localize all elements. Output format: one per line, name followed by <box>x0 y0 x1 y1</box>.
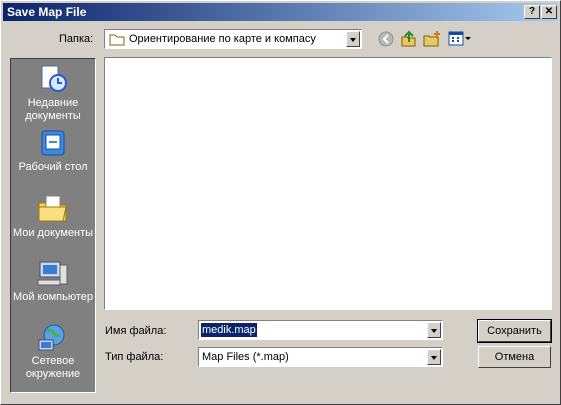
title-bar[interactable]: Save Map File ? ✕ <box>3 3 558 21</box>
places-item-my-documents[interactable]: Мои документы <box>11 193 95 240</box>
location-combo[interactable]: Ориентирование по карте и компасу <box>104 29 362 49</box>
window-title: Save Map File <box>7 5 87 19</box>
up-folder-icon[interactable] <box>400 30 418 48</box>
filetype-dropdown-arrow[interactable] <box>427 349 441 365</box>
recent-documents-icon <box>41 65 67 92</box>
filename-dropdown-arrow[interactable] <box>427 322 441 338</box>
filetype-label: Тип файла: <box>105 351 164 363</box>
desktop-icon <box>41 130 65 156</box>
save-dialog: Save Map File ? ✕ Папка: Ориентирование … <box>0 0 561 405</box>
places-label-recent: Недавние документы <box>25 97 81 122</box>
places-label-my-documents: Мои документы <box>12 227 94 239</box>
filetype-value: Map Files (*.map) <box>202 351 289 363</box>
filename-value[interactable]: medik.map <box>201 323 257 337</box>
back-icon[interactable] <box>378 31 395 48</box>
filename-label: Имя файла: <box>105 325 167 337</box>
save-button[interactable]: Сохранить <box>477 319 552 343</box>
places-item-my-computer[interactable]: Мой компьютер <box>11 259 95 304</box>
my-documents-icon <box>38 195 67 222</box>
file-list[interactable] <box>104 57 552 310</box>
location-label: Папка: <box>59 33 94 45</box>
my-computer-icon <box>37 261 68 286</box>
location-dropdown-arrow[interactable] <box>346 31 360 47</box>
network-icon <box>38 324 65 351</box>
filename-field[interactable]: medik.map <box>198 320 443 340</box>
places-bar: Недавние документы Рабочий стол Мои доку… <box>10 58 96 393</box>
folder-icon <box>109 34 125 46</box>
help-button[interactable]: ? <box>524 5 540 19</box>
places-item-network[interactable]: Сетевое окружение <box>11 323 95 381</box>
places-label-network: Сетевое окружение <box>25 355 81 380</box>
places-item-desktop[interactable]: Рабочий стол <box>11 129 95 174</box>
view-menu-icon[interactable] <box>448 31 472 47</box>
close-button[interactable]: ✕ <box>541 5 557 19</box>
location-value: Ориентирование по карте и компасу <box>129 33 316 45</box>
cancel-button[interactable]: Отмена <box>478 346 551 368</box>
places-item-recent[interactable]: Недавние документы <box>11 63 95 123</box>
places-label-desktop: Рабочий стол <box>18 161 88 173</box>
places-label-my-computer: Мой компьютер <box>12 291 94 303</box>
new-folder-icon[interactable] <box>423 30 442 48</box>
filetype-select[interactable]: Map Files (*.map) <box>198 347 443 367</box>
